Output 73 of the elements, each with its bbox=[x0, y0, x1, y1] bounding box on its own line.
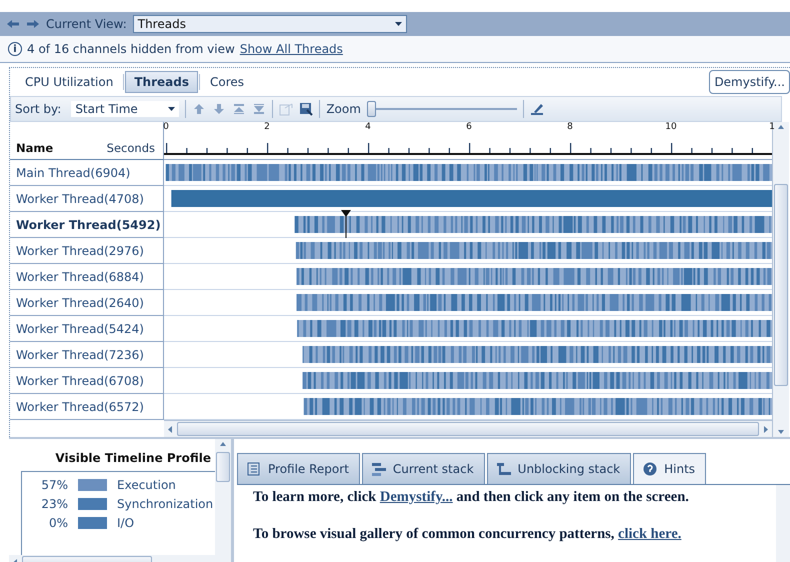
scrollbar[interactable] bbox=[776, 485, 790, 562]
move-top-icon[interactable] bbox=[232, 102, 246, 116]
info-icon: i bbox=[8, 42, 22, 56]
report-icon bbox=[246, 462, 262, 476]
scrollbar-thumb[interactable] bbox=[177, 422, 759, 436]
zoom-label: Zoom bbox=[326, 102, 361, 116]
scrollbar-thumb[interactable] bbox=[774, 184, 788, 386]
name-header: Name bbox=[16, 141, 54, 155]
seconds-header: Seconds bbox=[106, 141, 155, 155]
percent-value: 23% bbox=[40, 497, 68, 511]
report-tab[interactable]: Current stack bbox=[362, 453, 485, 484]
thread-name[interactable]: Worker Thread(7236) bbox=[10, 342, 163, 368]
scroll-up-icon[interactable] bbox=[778, 124, 784, 131]
hint-link[interactable]: click here. bbox=[618, 526, 682, 542]
thread-name[interactable]: Worker Thread(5424) bbox=[10, 316, 163, 342]
thread-name[interactable]: Worker Thread(5492) bbox=[10, 212, 163, 238]
tick-label: 1 bbox=[769, 122, 775, 132]
hint-text: To learn more, click Demystify... and then click any item on the screen. bbox=[253, 489, 690, 506]
percent-value: 0% bbox=[48, 516, 68, 530]
stack-icon bbox=[370, 462, 387, 476]
move-up-icon[interactable] bbox=[192, 102, 206, 116]
show-all-link[interactable]: Show All Threads bbox=[240, 42, 343, 56]
report-tab[interactable]: Profile Report bbox=[237, 453, 360, 484]
report-tab[interactable]: Unblocking stack bbox=[486, 453, 632, 484]
hint-text: To browse visual gallery of common concurrency patterns, click here. bbox=[253, 526, 682, 543]
scroll-up-icon[interactable] bbox=[220, 441, 226, 448]
percent-value: 57% bbox=[40, 478, 68, 492]
branch-icon bbox=[496, 462, 512, 476]
scroll-down-icon[interactable] bbox=[778, 428, 784, 435]
sort-label: Sort by: bbox=[15, 102, 62, 116]
thread-name[interactable]: Worker Thread(4708) bbox=[10, 186, 163, 212]
category-label: Synchronization bbox=[117, 497, 214, 511]
info-message: 4 of 16 channels hidden from view bbox=[27, 42, 235, 56]
view-tab[interactable]: Cores bbox=[200, 71, 253, 93]
scrollbar-thumb[interactable] bbox=[216, 452, 230, 482]
export-icon[interactable] bbox=[279, 102, 294, 116]
back-icon[interactable] bbox=[6, 19, 20, 29]
thread-name[interactable]: Worker Thread(6572) bbox=[10, 394, 163, 420]
thread-name[interactable]: Worker Thread(6884) bbox=[10, 264, 163, 290]
move-down-icon[interactable] bbox=[212, 102, 226, 116]
sort-dropdown[interactable]: Start Time bbox=[71, 101, 180, 117]
pen-icon[interactable] bbox=[530, 102, 544, 116]
thread-name[interactable]: Worker Thread(2640) bbox=[10, 290, 163, 316]
thread-name[interactable]: Worker Thread(2976) bbox=[10, 238, 163, 264]
category-label: Execution bbox=[117, 478, 176, 492]
tick-label: 4 bbox=[365, 122, 371, 132]
scroll-right-icon[interactable] bbox=[763, 426, 769, 432]
report-tab[interactable]: Hints bbox=[633, 453, 706, 484]
hint-link[interactable]: Demystify... bbox=[380, 489, 453, 505]
view-tab[interactable]: Threads bbox=[125, 71, 198, 93]
category-label: I/O bbox=[117, 516, 134, 530]
thread-name[interactable]: Worker Thread(6708) bbox=[10, 368, 163, 394]
tick-label: 2 bbox=[264, 122, 270, 132]
profile-title: Visible Timeline Profile bbox=[54, 450, 212, 467]
save-icon[interactable] bbox=[299, 102, 314, 116]
move-bottom-icon[interactable] bbox=[252, 102, 266, 116]
tick-label: 10 bbox=[665, 122, 677, 132]
scroll-left-icon[interactable] bbox=[167, 426, 173, 432]
time-marker-icon bbox=[341, 210, 351, 238]
view-label: Current View: bbox=[46, 17, 127, 31]
tick-label: 8 bbox=[567, 122, 573, 132]
view-dropdown[interactable]: Threads bbox=[132, 15, 407, 33]
slider-thumb[interactable] bbox=[366, 101, 376, 117]
help-icon bbox=[642, 462, 658, 476]
tick-label: 6 bbox=[466, 122, 472, 132]
tick-label: 0 bbox=[163, 122, 169, 132]
thread-name[interactable]: Main Thread(6904) bbox=[10, 160, 163, 186]
forward-icon[interactable] bbox=[26, 19, 40, 29]
view-tab[interactable]: CPU Utilization bbox=[16, 71, 122, 93]
zoom-slider[interactable] bbox=[366, 101, 517, 117]
caret-icon bbox=[168, 107, 176, 111]
demystify-button[interactable]: Demystify... bbox=[709, 70, 790, 94]
caret-icon bbox=[394, 22, 402, 26]
